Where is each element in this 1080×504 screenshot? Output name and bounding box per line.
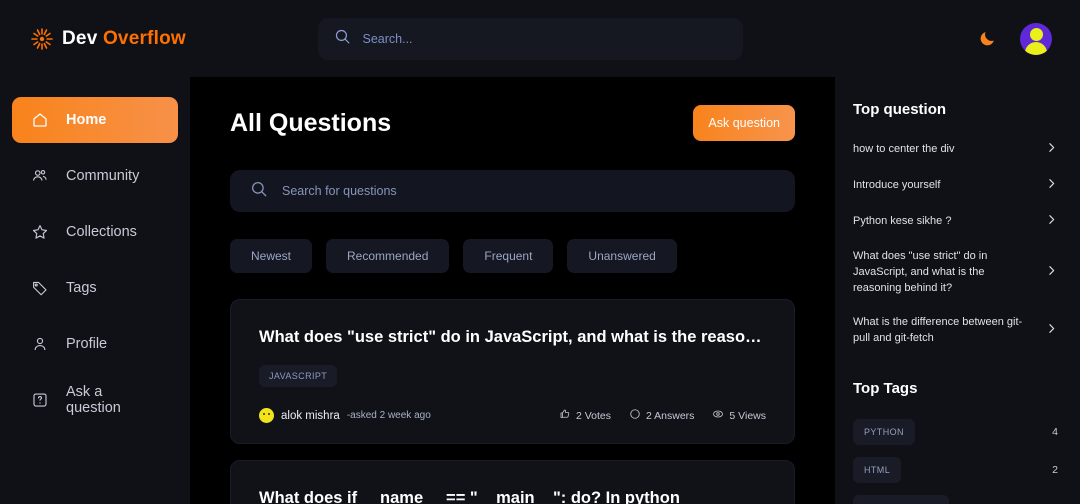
avatar-body (1025, 41, 1047, 55)
question-tag[interactable]: JAVASCRIPT (259, 365, 338, 388)
page-title: All Questions (230, 108, 392, 137)
ask-question-button[interactable]: Ask question (693, 105, 795, 141)
votes-stat: 2 Votes (559, 408, 611, 423)
global-search-input[interactable]: Search... (317, 17, 743, 60)
top-question-text: What is the difference between git-pull … (853, 315, 1023, 344)
question-title[interactable]: What does "use strict" do in JavaScript,… (259, 326, 766, 348)
sidebar-item-label: Community (66, 168, 140, 184)
top-question-item[interactable]: What does "use strict" do in JavaScript,… (853, 240, 1058, 306)
top-question-item[interactable]: how to center the div (853, 132, 1058, 168)
search-icon (250, 180, 268, 203)
main-content: All Questions Ask question Search for qu… (190, 77, 835, 504)
answers-stat: 2 Answers (629, 408, 694, 423)
sidebar-item-label: Profile (66, 336, 108, 352)
chevron-right-icon (1045, 141, 1058, 159)
eye-icon (712, 408, 724, 423)
top-question-text: What does "use strict" do in JavaScript,… (853, 250, 988, 294)
top-tag-pill[interactable]: HTML (853, 456, 902, 483)
top-question-heading: Top question (853, 101, 947, 118)
author-avatar (259, 408, 274, 424)
left-sidebar: Home Community Collections Tags Profile … (0, 77, 190, 504)
filter-unanswered[interactable]: Unanswered (567, 239, 677, 273)
top-question-text: how to center the div (853, 143, 955, 156)
sidebar-item-label: Tags (66, 280, 97, 296)
avatar-head (1029, 27, 1043, 41)
views-stat: 5 Views (712, 408, 766, 423)
chevron-right-icon (1045, 213, 1058, 231)
sidebar-item-label: Home (66, 112, 107, 128)
main-header: All Questions Ask question (230, 105, 795, 141)
thumbs-up-icon (559, 408, 571, 423)
question-square-icon (30, 390, 50, 410)
sunburst-icon (30, 27, 54, 51)
author-name: alok mishra (281, 409, 340, 422)
top-question-list: how to center the div Introduce yourself… (853, 132, 1058, 356)
star-icon (30, 222, 50, 242)
votes-count: 2 Votes (575, 409, 611, 422)
user-icon (30, 334, 50, 354)
top-navbar: Dev Overflow Search... (0, 0, 1080, 77)
global-search-wrap: Search... (190, 17, 870, 60)
brand-name-primary: Dev (62, 27, 98, 49)
top-tag-row: HTML 2 (853, 456, 1058, 483)
moon-icon[interactable] (976, 28, 998, 50)
question-meta: alok mishra -asked 2 week ago 2 Votes 2 … (259, 408, 766, 424)
brand-text: Dev Overflow (62, 28, 186, 50)
chevron-right-icon (1045, 322, 1058, 340)
views-count: 5 Views (729, 409, 766, 422)
top-question-text: Python kese sikhe ? (853, 215, 952, 228)
sidebar-item-home[interactable]: Home (12, 97, 178, 143)
body-row: Home Community Collections Tags Profile … (0, 77, 1080, 504)
top-question-item[interactable]: Introduce yourself (853, 168, 1058, 204)
asked-time: -asked 2 week ago (346, 410, 431, 422)
question-search-placeholder: Search for questions (282, 184, 397, 198)
message-circle-icon (629, 408, 641, 423)
brand-name-accent: Overflow (102, 27, 186, 49)
top-tag-count: 4 (1052, 425, 1058, 438)
brand-logo[interactable]: Dev Overflow (0, 27, 190, 51)
global-search-placeholder: Search... (362, 31, 413, 46)
sidebar-item-profile[interactable]: Profile (12, 321, 178, 367)
question-card[interactable]: What does "use strict" do in JavaScript,… (230, 299, 795, 445)
question-tags: JAVASCRIPT (259, 365, 766, 388)
question-card[interactable]: What does if __name__ == "__main__": do?… (230, 460, 795, 504)
top-tags-heading: Top Tags (853, 379, 918, 397)
filter-newest[interactable]: Newest (230, 239, 313, 273)
app-root: Dev Overflow Search... Home Community Co… (0, 0, 1080, 504)
sidebar-item-ask-a-question[interactable]: Ask a question (12, 377, 178, 423)
sidebar-item-collections[interactable]: Collections (12, 209, 178, 255)
top-tag-row: INTRODUCTION 2 (853, 494, 1058, 504)
question-title[interactable]: What does if __name__ == "__main__": do?… (259, 487, 766, 504)
top-tag-pill[interactable]: INTRODUCTION (853, 494, 949, 504)
filter-pill-group: Newest Recommended Frequent Unanswered (230, 239, 795, 273)
top-tag-pill[interactable]: PYTHON (853, 418, 915, 445)
sidebar-item-tags[interactable]: Tags (12, 265, 178, 311)
top-tag-count: 2 (1052, 463, 1058, 476)
user-avatar[interactable] (1020, 22, 1052, 55)
filter-recommended[interactable]: Recommended (326, 239, 450, 273)
navbar-actions (870, 22, 1080, 55)
question-list: What does "use strict" do in JavaScript,… (230, 299, 795, 504)
sidebar-item-label: Collections (66, 224, 137, 240)
search-icon (334, 28, 351, 50)
sidebar-item-community[interactable]: Community (12, 153, 178, 199)
chevron-right-icon (1045, 177, 1058, 195)
tag-icon (30, 278, 50, 298)
top-question-item[interactable]: What is the difference between git-pull … (853, 306, 1058, 356)
top-tag-row: PYTHON 4 (853, 418, 1058, 445)
question-search-input[interactable]: Search for questions (230, 170, 795, 212)
answers-count: 2 Answers (645, 409, 695, 422)
top-tags-list: PYTHON 4 HTML 2 INTRODUCTION 2 JAVASCRIP… (853, 418, 1058, 504)
top-question-item[interactable]: Python kese sikhe ? (853, 204, 1058, 240)
chevron-right-icon (1045, 264, 1058, 282)
users-icon (30, 166, 50, 186)
sidebar-item-label: Ask a question (66, 384, 121, 416)
question-stats: 2 Votes 2 Answers 5 Views (559, 408, 766, 423)
right-sidebar: Top question how to center the div Intro… (835, 77, 1080, 504)
home-icon (30, 110, 50, 130)
filter-frequent[interactable]: Frequent (463, 239, 554, 273)
question-author[interactable]: alok mishra -asked 2 week ago (259, 408, 431, 424)
top-question-text: Introduce yourself (853, 179, 941, 192)
